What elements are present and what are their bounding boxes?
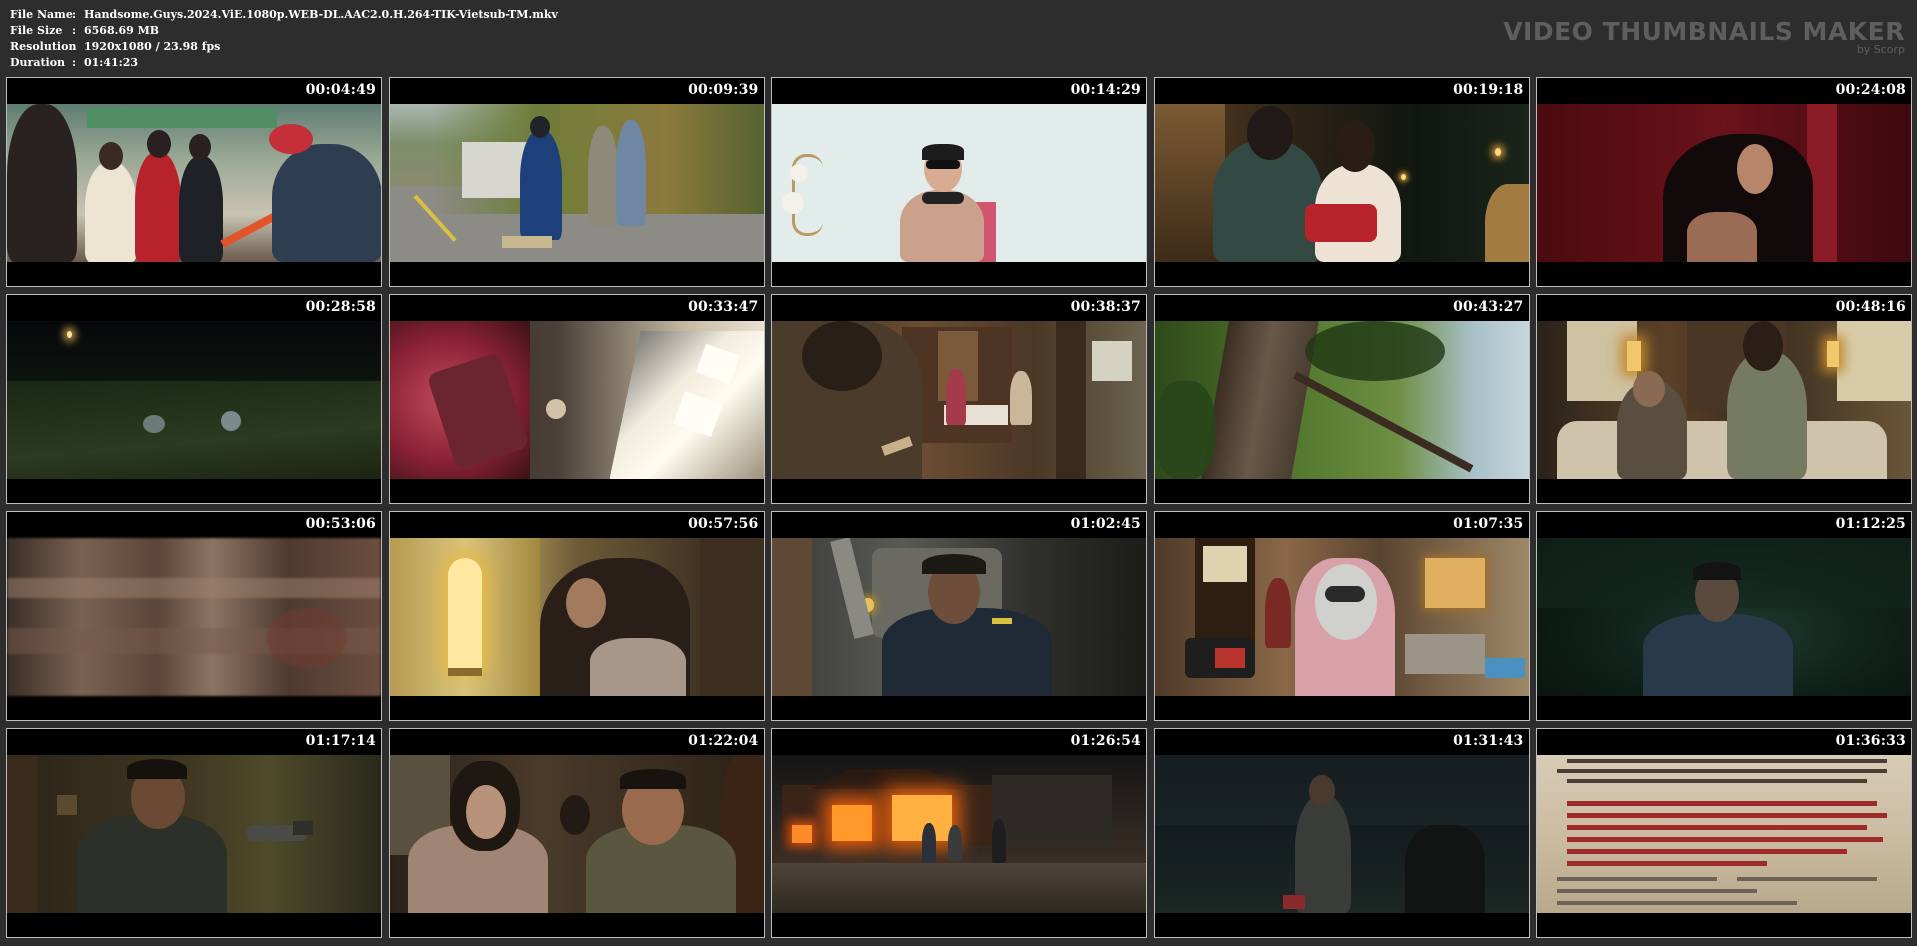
thumbnail[interactable]: 00:24:08 (1536, 77, 1912, 287)
file-info-row-duration: Duration : 01:41:23 (10, 55, 558, 71)
timestamp: 01:31:43 (1453, 733, 1524, 749)
header: File Name : Handsome.Guys.2024.ViE.1080p… (0, 0, 1917, 76)
timestamp: 01:22:04 (688, 733, 759, 749)
brand-title: VIDEO THUMBNAILS MAKER (1503, 17, 1905, 46)
timestamp: 01:07:35 (1453, 516, 1524, 532)
timestamp: 00:53:06 (305, 516, 376, 532)
file-info-label: Duration (10, 56, 66, 69)
duration-value: 01:41:23 (84, 56, 139, 69)
file-info-row-size: File Size : 6568.69 MB (10, 23, 558, 39)
thumbnail-frame (1154, 321, 1529, 479)
thumbnail-frame (772, 538, 1146, 696)
thumbnail-frame (7, 538, 381, 696)
brand-watermark: VIDEO THUMBNAILS MAKER by Scorp (1503, 18, 1905, 56)
file-name-value: Handsome.Guys.2024.ViE.1080p.WEB-DL.AAC2… (84, 8, 558, 21)
thumbnail-frame (1537, 104, 1911, 262)
file-info-separator: : (72, 8, 77, 21)
thumbnail-frame (7, 104, 381, 262)
thumbnail[interactable]: 00:14:29 (771, 77, 1147, 287)
timestamp: 00:28:58 (305, 299, 376, 315)
thumbnail-frame (1537, 755, 1911, 913)
thumbnail[interactable]: 00:04:49 (6, 77, 382, 287)
file-size-value: 6568.69 MB (84, 24, 160, 37)
thumbnail[interactable]: 01:17:14 (6, 728, 382, 938)
timestamp: 00:48:16 (1835, 299, 1906, 315)
timestamp: 00:14:29 (1070, 82, 1141, 98)
timestamp: 00:33:47 (688, 299, 759, 315)
thumbnail[interactable]: 01:02:45 (771, 511, 1147, 721)
file-info-separator: : (72, 40, 77, 53)
file-info: File Name : Handsome.Guys.2024.ViE.1080p… (10, 7, 558, 71)
timestamp: 01:26:54 (1070, 733, 1141, 749)
file-info-row-resolution: Resolution : 1920x1080 / 23.98 fps (10, 39, 558, 55)
timestamp: 00:57:56 (688, 516, 759, 532)
thumbnail-frame (1537, 538, 1911, 696)
file-info-label: File Name (10, 8, 73, 21)
thumbnail[interactable]: 00:33:47 (388, 294, 765, 504)
thumbnail-grid: 00:04:49 00:09:39 00:14:29 00:19:18 00:2… (6, 77, 1912, 941)
thumbnail-frame (7, 321, 381, 479)
timestamp: 00:24:08 (1835, 82, 1906, 98)
thumbnail-frame (389, 538, 764, 696)
thumbnail[interactable]: 01:07:35 (1153, 511, 1530, 721)
thumbnail-frame (1154, 755, 1529, 913)
timestamp: 00:38:37 (1070, 299, 1141, 315)
timestamp: 00:04:49 (305, 82, 376, 98)
file-info-separator: : (72, 24, 77, 37)
thumbnail-frame (1537, 321, 1911, 479)
thumbnail[interactable]: 00:28:58 (6, 294, 382, 504)
timestamp: 00:19:18 (1453, 82, 1524, 98)
timestamp: 01:12:25 (1835, 516, 1906, 532)
thumbnail-frame (389, 321, 764, 479)
thumbnail[interactable]: 01:22:04 (388, 728, 765, 938)
timestamp: 01:17:14 (305, 733, 376, 749)
timestamp: 01:02:45 (1070, 516, 1141, 532)
thumbnail[interactable]: 01:12:25 (1536, 511, 1912, 721)
thumbnail-frame (7, 755, 381, 913)
thumbnail[interactable]: 00:38:37 (771, 294, 1147, 504)
thumbnail[interactable]: 01:36:33 (1536, 728, 1912, 938)
timestamp: 01:36:33 (1835, 733, 1906, 749)
timestamp: 00:43:27 (1453, 299, 1524, 315)
thumbnail-frame (389, 104, 764, 262)
file-info-label: Resolution (10, 40, 77, 53)
file-info-label: File Size (10, 24, 63, 37)
thumbnail[interactable]: 01:26:54 (771, 728, 1147, 938)
thumbnail-frame (772, 104, 1146, 262)
thumbnail[interactable]: 00:19:18 (1153, 77, 1530, 287)
file-info-separator: : (72, 56, 77, 69)
thumbnail[interactable]: 00:53:06 (6, 511, 382, 721)
thumbnail[interactable]: 00:48:16 (1536, 294, 1912, 504)
timestamp: 00:09:39 (688, 82, 759, 98)
thumbnail[interactable]: 01:31:43 (1153, 728, 1530, 938)
thumbnail[interactable]: 00:57:56 (388, 511, 765, 721)
file-info-row-name: File Name : Handsome.Guys.2024.ViE.1080p… (10, 7, 558, 23)
resolution-value: 1920x1080 / 23.98 fps (84, 40, 221, 53)
thumbnail-frame (1154, 538, 1529, 696)
thumbnail-frame (772, 321, 1146, 479)
thumbnail-frame (389, 755, 764, 913)
thumbnail-frame (1154, 104, 1529, 262)
thumbnail[interactable]: 00:43:27 (1153, 294, 1530, 504)
thumbnail-frame (772, 755, 1146, 913)
thumbnail[interactable]: 00:09:39 (388, 77, 765, 287)
